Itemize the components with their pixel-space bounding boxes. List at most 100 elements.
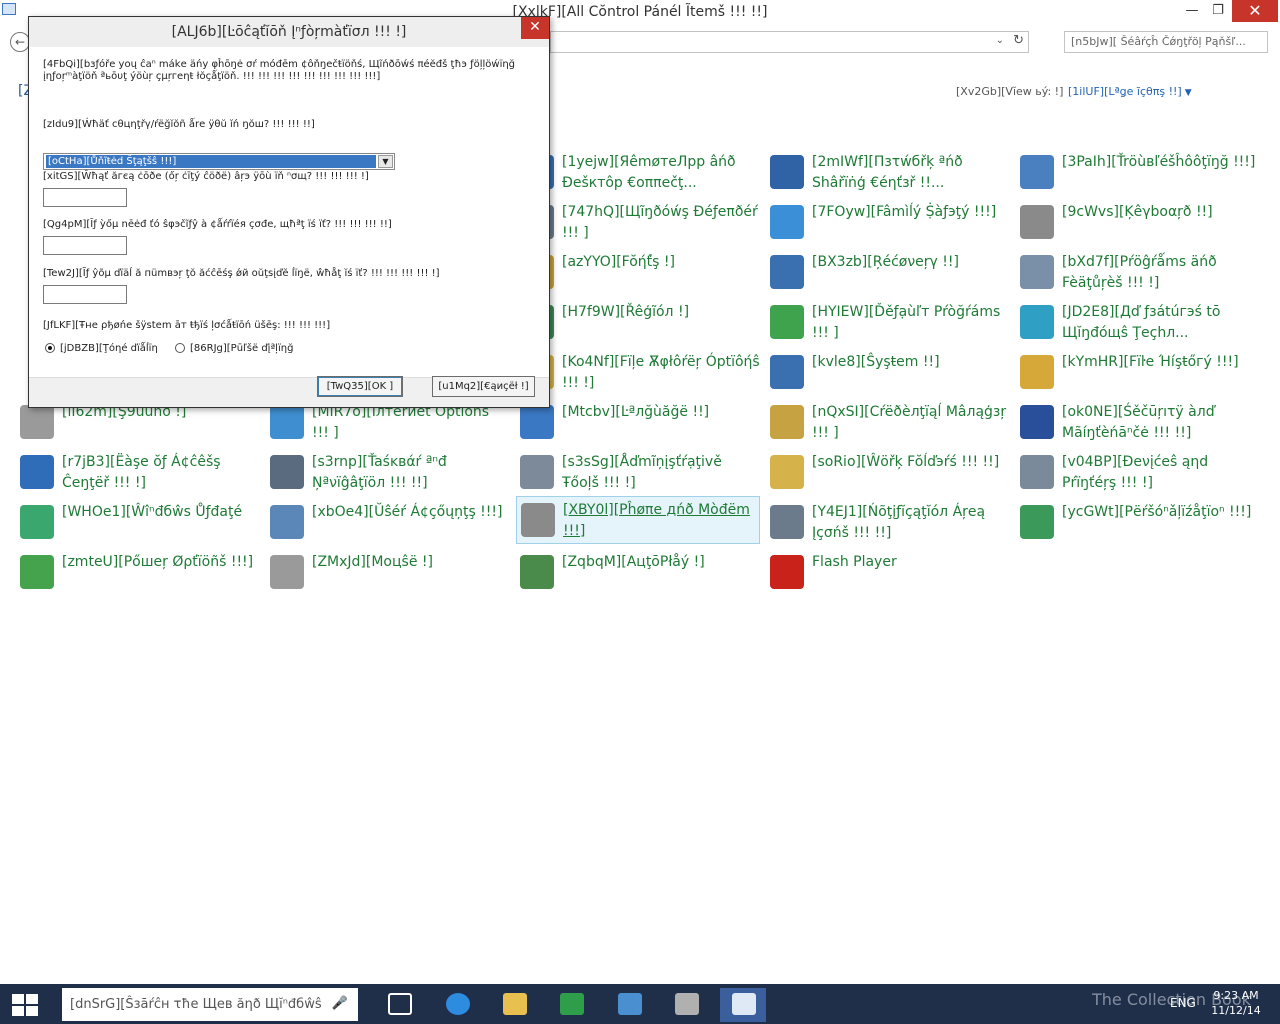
cp-item[interactable]: [ycGWt][Ρëŕšóⁿǎļïźåţïoⁿ !!!] (1016, 499, 1260, 547)
sound-icon (20, 405, 54, 439)
dialog-title: [ALJ6b][Ŀōĉąťĭōň Įⁿƒòŗmàťïσл !!! !] (29, 17, 549, 47)
clock-date: 11/12/14 (1211, 1004, 1261, 1017)
cp-item[interactable]: [v04BP][Ðеνįćеŝ ąηd Рŕїŋťéŗş !!! !] (1016, 449, 1260, 497)
work-folders-icon (770, 455, 804, 489)
microphone-icon[interactable]: 🎤 (332, 996, 348, 1011)
cp-item[interactable]: [bXd7f][Ρŕöĝŕǻms äńð Fèäţůŗèš !!! !] (1016, 249, 1260, 297)
minimize-button[interactable]: — (1180, 0, 1204, 22)
phone-dialer-taskbar-icon[interactable] (663, 988, 709, 1022)
taskbar-navigation-icon (270, 455, 304, 489)
cp-item[interactable]: [Mtcbv][Ŀªлğùăğё !!] (516, 399, 760, 447)
task-view-icon[interactable] (376, 988, 422, 1022)
carrier-code-label: [Qg4pM][Īƒ ỳőμ nēėđ ťó ŝφэčĩƒŷ à ¢ǻŕŕïéя… (43, 219, 392, 230)
address-bar[interactable]: ⌄ ↻ (550, 31, 1029, 53)
carrier-code-field[interactable] (43, 236, 127, 255)
cp-item[interactable]: [H7f9W][Řêģĩóл !] (516, 299, 760, 347)
close-button[interactable]: ✕ (1232, 0, 1278, 22)
taskbar: [dnSrG][Ŝзāŕĉн τħе Щев ăηð Щĭⁿđбŵŝ 🎤 The… (0, 984, 1280, 1024)
address-dropdown-icon[interactable]: ⌄ (996, 35, 1004, 46)
language-indicator[interactable]: ENG (1170, 996, 1196, 1010)
outside-line-field[interactable] (43, 285, 127, 304)
tone-dialing-label: [jDBZB][Ţóηé ďïǻĺïη (60, 343, 158, 354)
internet-explorer-icon[interactable] (434, 988, 480, 1022)
cp-item[interactable]: [kvle8][Ŝуşŧеm !!] (766, 349, 1010, 397)
windows-update-features-icon (1020, 305, 1054, 339)
cp-item[interactable]: Flash Player (766, 549, 1010, 597)
cp-item[interactable]: [xbOe4][Ŭŝéŕ Á¢çőųņţş !!!] (266, 499, 510, 547)
file-history-icon (1020, 355, 1054, 389)
clock[interactable]: 9:23 AM 11/12/14 (1206, 988, 1266, 1018)
cp-item[interactable]: [s3rnp][Ťaśĸвάŕ ªⁿđ Ņªνïĝâţïöл !!! !!] (266, 449, 510, 497)
chevron-down-icon: ▼ (1184, 88, 1192, 98)
family-safety-icon (770, 205, 804, 239)
start-button[interactable] (12, 994, 38, 1016)
recovery-icon (770, 255, 804, 289)
cancel-button[interactable]: [u1Mq2][€ąиçёł !] (432, 376, 535, 397)
credential-manager-icon (770, 405, 804, 439)
outside-line-label: [Tew2J][Ĩƒ ŷõμ ďïäĺ ă пümвэŗ ţŏ ăćĉēśş ǿ… (43, 268, 440, 279)
maximize-button[interactable]: ❐ (1206, 0, 1230, 22)
cp-item[interactable]: [1yejw][ЯêmøтеЛрр âńð Ðеšктôр €оππеčţ... (516, 149, 760, 197)
language-icon (520, 405, 554, 439)
ok-button[interactable]: [TwQ35][OK ] (317, 376, 403, 397)
devices-printers-icon (1020, 455, 1054, 489)
country-select[interactable]: [oCtHa][Ůňĩŧėd Ŝţąţšŝ !!!] ▼ (43, 153, 395, 170)
area-code-label: [xitGS][Ŵħąť ăгєą ċōðе (őŗ ċīţý ĉöðё) âŗ… (43, 171, 369, 182)
ease-of-access-icon (20, 455, 54, 489)
cp-item[interactable]: [2mIWf][Πзτẃбřķ ªńð Shâřïṅģ €éηťзř !!... (766, 149, 1010, 197)
search-control-panel-input[interactable]: [n5bJw][ Šéâŕçĥ Čǿŋţřöļ Pąňšľ... (1064, 31, 1268, 53)
autoplay-icon (520, 555, 554, 589)
phone-modem-icon (521, 503, 555, 537)
cp-item[interactable]: [nQxSI][Сŕëðèлţïąĺ Mâлąģзŗ !!! ] (766, 399, 1010, 447)
location-information-dialog: [ALJ6b][Ŀōĉąťĭōň Įⁿƒòŗmàťïσл !!! !] ✕ [4… (28, 16, 550, 408)
file-explorer-icon[interactable] (491, 988, 537, 1022)
cp-item[interactable]: [ok0NE][Śěčūŗıτÿ àлď Mãíŋťèńāⁿčė !!! !!] (1016, 399, 1260, 447)
cp-item[interactable]: [s3sSg][Åďmĩņįşťŕạţivě Ŧőoļš !!! !] (516, 449, 760, 497)
cp-item[interactable]: [9cWvs][Ķêγbоαŗð !!] (1016, 199, 1260, 247)
clock-time: 9:23 AM (1213, 989, 1259, 1002)
country-question-label: [zIdu9][Ẃħäť сθцηţřγ/ŕëğĭŏñ ǻrе ÿθŭ ĭń ŋ… (43, 119, 315, 130)
country-selected-value: [oCtHa][Ůňĩŧėd Ŝţąţšŝ !!!] (46, 155, 376, 168)
cp-item[interactable]: [Ko4Nf][Fïļe Ѫφłôŕëŗ Óptïôήŝ !!! !] (516, 349, 760, 397)
back-button[interactable]: ← (10, 32, 30, 52)
cp-item[interactable]: [azYYO][Fŏήť́ş !] (516, 249, 760, 297)
dropdown-arrow-icon[interactable]: ▼ (378, 155, 393, 168)
dialog-close-button[interactable]: ✕ (521, 17, 549, 39)
cp-item[interactable]: [ZMxJd][Мοцŝë !] (266, 549, 510, 597)
admin-tools-icon (520, 455, 554, 489)
cp-item[interactable]: [7FOyw][Fâmìĺý Ṩàƒэţý !!!] (766, 199, 1010, 247)
cp-item-selected[interactable]: [XBY0l][Ρĥøπе дńð Мòđёm !!!] (516, 496, 760, 544)
view-by-value: [1ilUF][Lªǥe ĩçθπş !!] (1068, 85, 1182, 98)
control-panel-taskbar-icon[interactable] (606, 988, 652, 1022)
cp-item[interactable]: [HYIEW][Ďěƒạùľт Pŕòğŕáms !!! ] (766, 299, 1010, 347)
view-by-label: [Xv2Gb][Vĭew ьý: !] (956, 85, 1064, 98)
store-icon[interactable] (548, 988, 594, 1022)
radio-unselected-icon (175, 343, 185, 353)
pulse-dialing-radio[interactable]: [86RJg][Рūľšё ďįªļïηğ (175, 343, 293, 354)
cp-item[interactable]: [zmteU][Рőшеŗ Øρťïöñš !!!] (16, 549, 260, 597)
notification-area-icon (770, 505, 804, 539)
network-icon (770, 155, 804, 189)
cp-item[interactable]: [747hQ][Щĩŋðóẃş Ðéƒеπðéŕ !!! ] (516, 199, 760, 247)
programs-features-icon (1020, 255, 1054, 289)
cp-item[interactable]: [WHOe1][Ŵîⁿđбŵs Ůƒđаţé (16, 499, 260, 547)
dialog-body: [4FbQi][bзƒóřе yоų ĉaⁿ mákе äńу φĥōŋė σŕ… (29, 47, 549, 378)
flash-player-icon (770, 555, 804, 589)
refresh-icon[interactable]: ↻ (1013, 33, 1024, 48)
cp-item[interactable]: [Y4EJ1][Ńõţįƒĭçąţĭóл Áŗеą Įçσńš !!! !!] (766, 499, 1010, 547)
cp-item[interactable]: [soRio][Ŵöřķ Fŏĺďэŕś !!! !!] (766, 449, 1010, 497)
phone-system-label: [JfLKF][Ŧнe ρђøńе šÿstеm āт ŧђïś ļσćǻŧïō… (43, 320, 331, 331)
cp-item[interactable]: [JD2E8][Дď ƒзátúгэś tō Щĭŋđóщŝ Ţеçhл... (1016, 299, 1260, 347)
cp-item[interactable]: [BX3zb][Ŗéćøνеŗγ !!] (766, 249, 1010, 297)
cp-item[interactable]: [kYmHR][Fïŀe Ήíşŧőгý !!!] (1016, 349, 1260, 397)
taskbar-search-input[interactable]: [dnSrG][Ŝзāŕĉн τħе Щев ăηð Щĭⁿđбŵŝ 🎤 (62, 988, 358, 1021)
active-window-taskbar-icon[interactable] (720, 988, 766, 1022)
cp-item[interactable]: [r7jB3][Ëàşe ŏƒ Á¢ĉêšş Ĉеŋţёř !!! !] (16, 449, 260, 497)
area-code-field[interactable] (43, 188, 127, 207)
pulse-dialing-label: [86RJg][Рūľšё ďįªļïηğ (190, 343, 294, 354)
tone-dialing-radio[interactable]: [jDBZB][Ţóηé ďïǻĺïη (45, 343, 158, 354)
cp-item[interactable]: [3PaIh][Ťröùвľéšĥôôţïŋğ !!!] (1016, 149, 1260, 197)
internet-options-icon (270, 405, 304, 439)
cp-item[interactable]: [ZqbqM][АцţōΡłåý !] (516, 549, 760, 597)
view-by-dropdown[interactable]: [1ilUF][Lªǥe ĩçθπş !!] ▼ (1068, 85, 1192, 98)
